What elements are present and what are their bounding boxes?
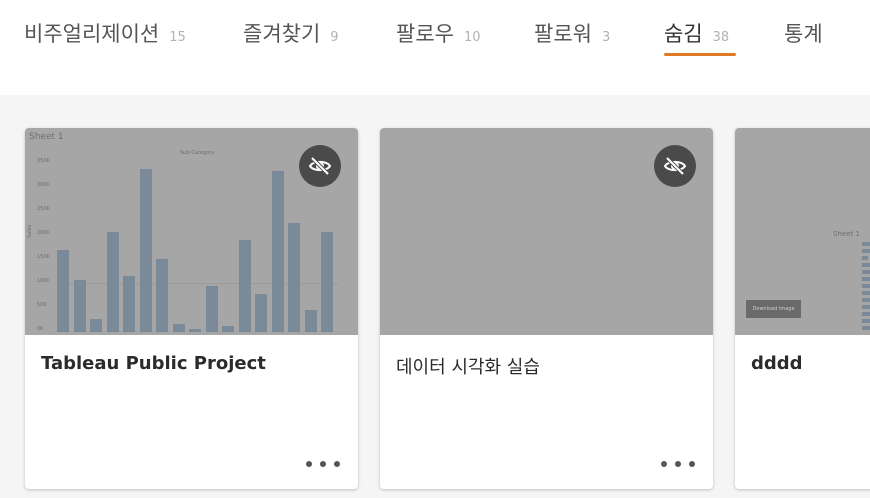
viz-thumbnail[interactable]: Sheet 1 Sub-Category Sales 350K 300K 250…: [25, 128, 358, 335]
tab-count: 3: [601, 30, 611, 45]
chart-bar: [156, 259, 168, 332]
chart-bar: [205, 286, 218, 332]
tab-hidden[interactable]: 숨김 38: [664, 18, 729, 58]
mini-bar-row: [831, 241, 870, 246]
tab-count: 10: [463, 30, 481, 45]
tab-visualizations[interactable]: 비주얼리제이션 15: [24, 18, 186, 58]
active-tab-indicator: [664, 53, 736, 56]
chart-bar: [255, 293, 267, 332]
chart-bar: [238, 240, 251, 332]
mini-bar-row: [831, 304, 870, 309]
mini-bar-row: [831, 262, 870, 267]
mini-bar-row: [831, 311, 870, 316]
thumbnail-sheet-label: Sheet 1: [29, 132, 64, 142]
tab-bar: 비주얼리제이션 15 즐겨찾기 9 팔로우 10 팔로워 3 숨김 38 통계: [0, 0, 870, 95]
tab-stats[interactable]: 통계: [784, 18, 823, 58]
mini-bar-row: [831, 276, 870, 281]
more-options-button[interactable]: [661, 457, 695, 471]
mini-bar-row: [831, 269, 870, 274]
more-dots-icon: [306, 461, 312, 467]
tab-count: 9: [330, 30, 339, 45]
viz-thumbnail[interactable]: Sheet 1 Download Image: [735, 128, 870, 335]
y-tick-label: 0K: [37, 326, 44, 332]
tab-label: 통계: [784, 22, 823, 46]
tab-count: 15: [169, 30, 186, 45]
y-tick-label: 300K: [37, 182, 50, 188]
mini-bar-row: [831, 248, 870, 253]
more-dots-icon: [334, 461, 340, 467]
tab-label: 팔로우: [396, 22, 454, 46]
thumbnail-y-axis-label: Sales: [27, 224, 33, 238]
y-tick-label: 150K: [37, 254, 50, 260]
viz-card-title[interactable]: 데이터 시각화 실습: [396, 353, 540, 379]
chart-bar: [321, 231, 333, 332]
eye-slash-icon: [308, 156, 332, 176]
viz-thumbnail[interactable]: [380, 128, 713, 335]
viz-card-title[interactable]: Tableau Public Project: [41, 353, 266, 374]
thumbnail-chart-title: Sub-Category: [180, 150, 215, 156]
more-dots-icon: [675, 461, 681, 467]
chart-bar: [57, 250, 69, 332]
tab-following[interactable]: 팔로우 10: [396, 18, 481, 58]
tab-label: 비주얼리제이션: [24, 22, 160, 46]
more-dots-icon: [661, 461, 667, 467]
tab-label: 즐겨찾기: [243, 22, 321, 46]
chart-bar: [189, 328, 201, 332]
mini-bar-row: [831, 290, 870, 295]
mini-bar-row: [831, 318, 870, 323]
more-dots-icon: [320, 461, 326, 467]
viz-card[interactable]: 데이터 시각화 실습: [380, 128, 713, 489]
chart-bar: [222, 326, 234, 332]
y-tick-label: 250K: [37, 206, 50, 212]
chart-bar: [288, 222, 300, 332]
download-image-button[interactable]: Download Image: [746, 300, 801, 318]
viz-card-title[interactable]: dddd: [751, 353, 803, 374]
y-tick-label: 50K: [37, 302, 47, 308]
unhide-button[interactable]: [299, 145, 341, 187]
chart-bar: [139, 168, 152, 332]
chart-bar: [304, 310, 317, 332]
chart-bar: [106, 231, 119, 332]
mini-bar-row: [831, 255, 868, 260]
chart-bar: [123, 276, 135, 332]
tab-count: 38: [712, 30, 730, 45]
y-tick-label: 200K: [37, 230, 50, 236]
chart-bar: [271, 171, 284, 332]
tab-label: 숨김: [664, 22, 703, 46]
viz-card[interactable]: Sheet 1 Download Image dddd: [735, 128, 870, 489]
y-tick-label: 350K: [37, 158, 50, 164]
viz-card[interactable]: Sheet 1 Sub-Category Sales 350K 300K 250…: [25, 128, 358, 489]
eye-slash-icon: [663, 156, 687, 176]
card-grid: Sheet 1 Sub-Category Sales 350K 300K 250…: [0, 95, 870, 498]
chart-bar: [73, 279, 86, 332]
tab-favorites[interactable]: 즐겨찾기 9: [243, 18, 339, 58]
thumbnail-sheet-label: Sheet 1: [833, 230, 860, 238]
mini-bar-row: [831, 283, 870, 288]
more-options-button[interactable]: [306, 457, 340, 471]
mini-bar-row: [831, 325, 870, 330]
unhide-button[interactable]: [654, 145, 696, 187]
tab-label: 팔로워: [534, 22, 592, 46]
tab-followers[interactable]: 팔로워 3: [534, 18, 610, 58]
mini-bar-row: [831, 297, 870, 302]
more-dots-icon: [689, 461, 695, 467]
chart-bar: [172, 323, 185, 332]
y-tick-label: 100K: [37, 278, 50, 284]
chart-bar: [90, 319, 102, 332]
